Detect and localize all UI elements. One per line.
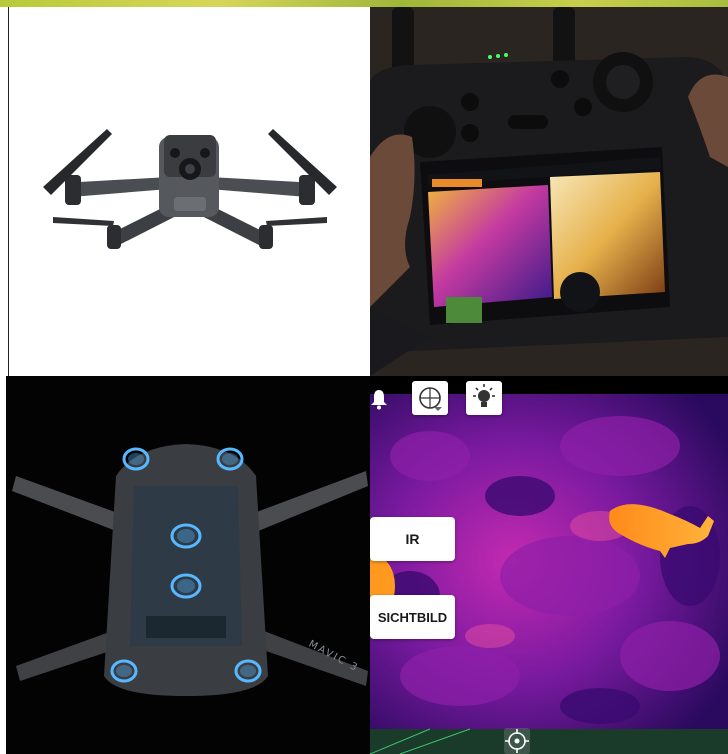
- gimbal-button[interactable]: [412, 381, 448, 415]
- thermal-camera-app-view: IR SICHTBILD: [370, 376, 728, 754]
- spotlight-button[interactable]: [466, 381, 502, 415]
- bell-icon[interactable]: [370, 388, 388, 410]
- controller-illustration: [370, 7, 728, 376]
- drone-xray-underside: MAVIC 3: [6, 376, 370, 754]
- gimbal-icon: [419, 387, 442, 411]
- grass-background-strip: [0, 0, 728, 7]
- light-bulb-icon: [473, 384, 495, 407]
- crosshair-icon: [505, 729, 529, 753]
- xray-drone-illustration: [6, 376, 370, 754]
- drone-product-photo: [8, 7, 371, 376]
- drone-illustration: [43, 129, 337, 249]
- remote-controller-thermal-view: [370, 7, 728, 376]
- visible-mode-button[interactable]: SICHTBILD: [370, 595, 455, 639]
- ir-mode-button[interactable]: IR: [370, 517, 455, 561]
- thermal-image: [370, 376, 728, 754]
- crosshair-button[interactable]: [504, 728, 530, 754]
